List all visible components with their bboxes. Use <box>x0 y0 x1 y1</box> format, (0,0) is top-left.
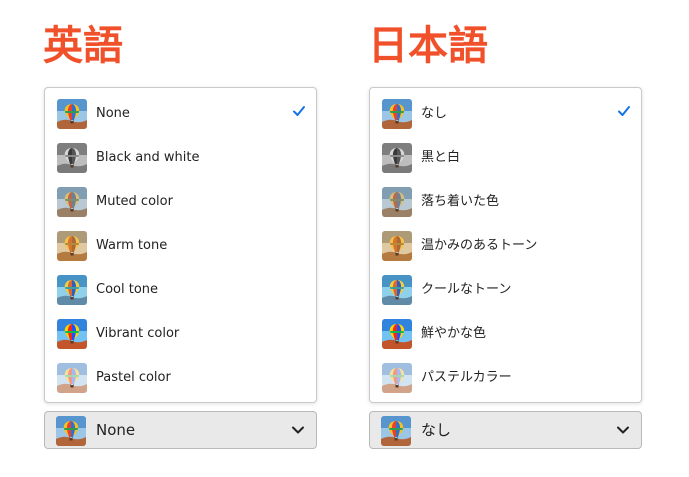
menu-item-label: Black and white <box>96 150 200 165</box>
balloon-thumbnail-icon <box>57 231 87 261</box>
balloon-thumbnail-icon <box>57 187 87 217</box>
balloon-thumbnail-icon <box>381 416 411 446</box>
menu-item-cool-tone[interactable]: クールなトーン <box>370 268 641 312</box>
menu-item-pastel-color[interactable]: パステルカラー <box>370 356 641 400</box>
balloon-thumbnail-icon <box>56 416 86 446</box>
menu-item-label: Cool tone <box>96 282 159 297</box>
balloon-thumbnail-icon <box>57 363 87 393</box>
chevron-down-icon[interactable] <box>291 424 305 436</box>
menu-item-warm-tone[interactable]: 温かみのあるトーン <box>370 224 641 268</box>
checkmark-icon <box>292 104 306 118</box>
english-heading: 英語 <box>43 23 123 69</box>
picker-value: None <box>96 421 136 439</box>
menu-item-muted-color[interactable]: Muted color <box>45 180 316 224</box>
menu-item-vibrant-color[interactable]: Vibrant color <box>45 312 316 356</box>
menu-item-black-and-white[interactable]: 黒と白 <box>370 136 641 180</box>
japanese-heading: 日本語 <box>368 23 488 69</box>
menu-item-label: 黒と白 <box>421 150 461 165</box>
balloon-thumbnail-icon <box>382 187 412 217</box>
menu-item-none[interactable]: なし <box>370 92 641 136</box>
menu-item-black-and-white[interactable]: Black and white <box>45 136 316 180</box>
menu-item-vibrant-color[interactable]: 鮮やかな色 <box>370 312 641 356</box>
menu-item-label: Warm tone <box>96 238 168 253</box>
balloon-thumbnail-icon <box>57 143 87 173</box>
menu-item-label: None <box>96 106 130 121</box>
menu-item-label: Vibrant color <box>96 326 180 341</box>
balloon-thumbnail-icon <box>382 99 412 129</box>
balloon-thumbnail-icon <box>382 363 412 393</box>
menu-item-muted-color[interactable]: 落ち着いた色 <box>370 180 641 224</box>
menu-item-warm-tone[interactable]: Warm tone <box>45 224 316 268</box>
menu-item-label: クールなトーン <box>421 282 512 297</box>
balloon-thumbnail-icon <box>382 143 412 173</box>
menu-item-none[interactable]: None <box>45 92 316 136</box>
picker-value: なし <box>421 421 452 439</box>
menu-item-label: 鮮やかな色 <box>421 326 487 341</box>
menu-item-cool-tone[interactable]: Cool tone <box>45 268 316 312</box>
menu-item-label: Muted color <box>96 194 173 209</box>
menu-item-label: Pastel color <box>96 370 171 385</box>
balloon-thumbnail-icon <box>382 231 412 261</box>
english-filter-picker[interactable]: None <box>44 411 317 449</box>
menu-item-label: 温かみのあるトーン <box>421 238 538 253</box>
checkmark-icon <box>617 104 631 118</box>
menu-item-pastel-color[interactable]: Pastel color <box>45 356 316 400</box>
english-filter-menu: None Black and white Muted color Warm to… <box>44 87 317 403</box>
japanese-filter-menu: なし 黒と白 落ち着いた色 温かみのあるトーン クールなトーン 鮮やかな色 パス… <box>369 87 642 403</box>
balloon-thumbnail-icon <box>57 99 87 129</box>
menu-item-label: 落ち着いた色 <box>421 194 500 209</box>
balloon-thumbnail-icon <box>382 275 412 305</box>
chevron-down-icon[interactable] <box>616 424 630 436</box>
japanese-filter-picker[interactable]: なし <box>369 411 642 449</box>
balloon-thumbnail-icon <box>57 275 87 305</box>
balloon-thumbnail-icon <box>382 319 412 349</box>
balloon-thumbnail-icon <box>57 319 87 349</box>
menu-item-label: なし <box>421 106 448 121</box>
menu-item-label: パステルカラー <box>421 370 512 385</box>
